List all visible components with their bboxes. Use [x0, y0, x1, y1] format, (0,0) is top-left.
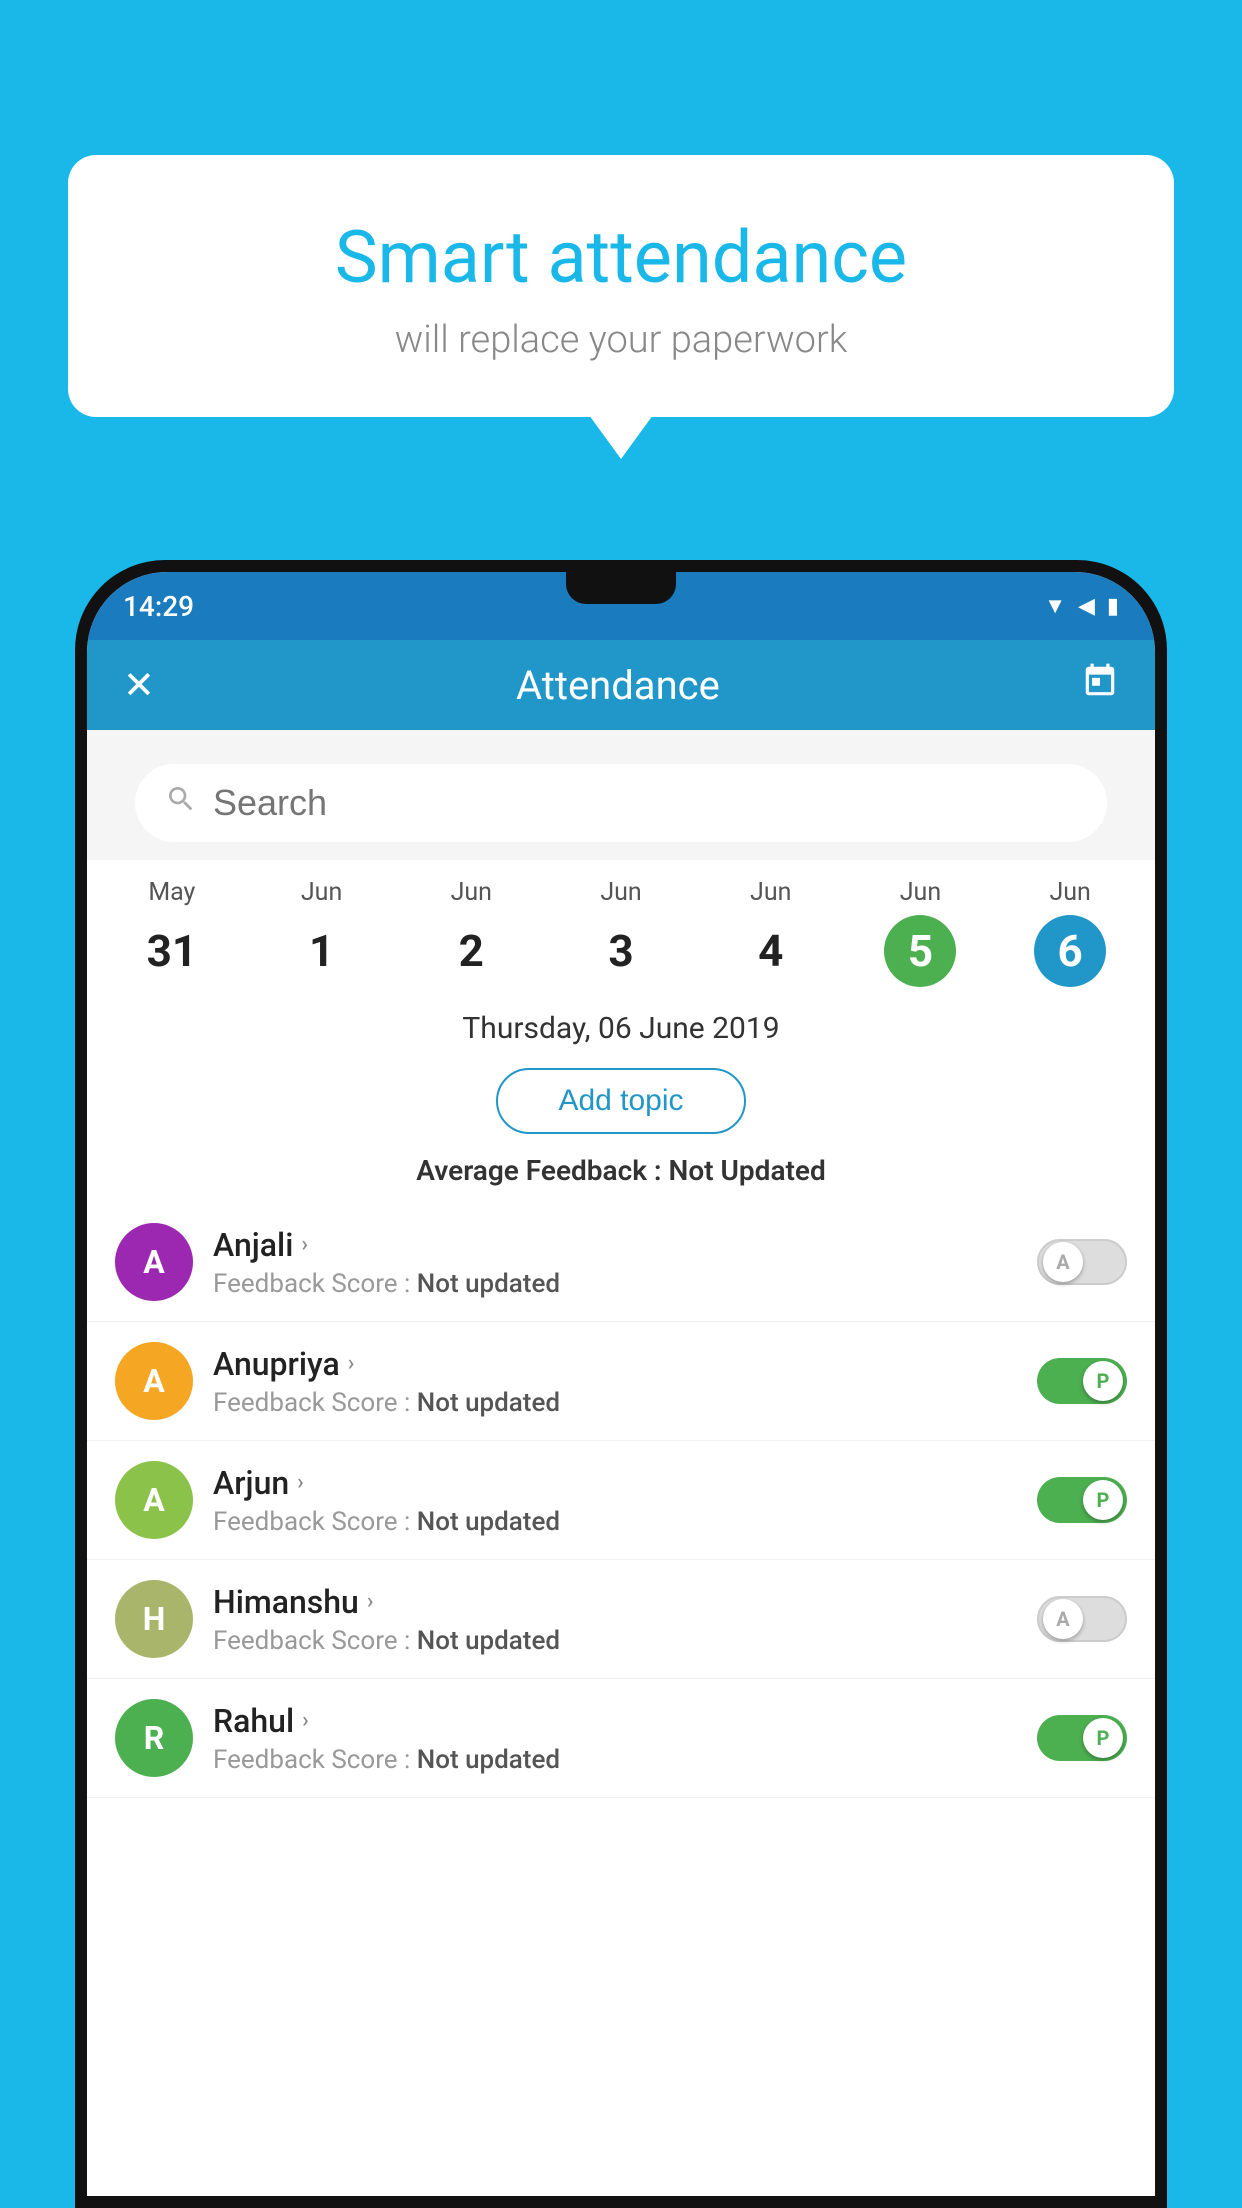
chevron-icon: › — [301, 1232, 308, 1257]
search-bar — [135, 764, 1107, 842]
header-title: Attendance — [516, 662, 720, 709]
student-name-1: Anupriya › — [213, 1345, 1017, 1383]
feedback-score-3: Feedback Score : Not updated — [213, 1626, 1017, 1656]
student-info-4: Rahul › Feedback Score : Not updated — [213, 1702, 1017, 1775]
status-time: 14:29 — [123, 590, 194, 623]
wifi-icon: ▼ — [1044, 593, 1066, 619]
avatar-4: R — [115, 1699, 193, 1777]
search-icon — [165, 783, 197, 823]
student-name-3: Himanshu › — [213, 1583, 1017, 1621]
notch — [566, 572, 676, 604]
student-item-1[interactable]: A Anupriya › Feedback Score : Not updated P — [87, 1322, 1155, 1441]
toggle-knob-2: P — [1083, 1480, 1123, 1520]
student-info-1: Anupriya › Feedback Score : Not updated — [213, 1345, 1017, 1418]
cal-day-5[interactable]: Jun 5 — [846, 870, 996, 995]
cal-month-label: Jun — [301, 878, 342, 907]
app-header: ✕ Attendance — [87, 640, 1155, 730]
avatar-2: A — [115, 1461, 193, 1539]
cal-month-label: Jun — [750, 878, 791, 907]
feedback-score-4: Feedback Score : Not updated — [213, 1745, 1017, 1775]
cal-date-label: 5 — [884, 915, 956, 987]
student-info-3: Himanshu › Feedback Score : Not updated — [213, 1583, 1017, 1656]
cal-day-1[interactable]: Jun 1 — [247, 870, 397, 995]
toggle-0[interactable]: A — [1037, 1239, 1127, 1285]
cal-date-label: 31 — [136, 915, 208, 987]
cal-day-3[interactable]: Jun 3 — [546, 870, 696, 995]
phone-frame: 14:29 ▼ ◀ ▮ ✕ Attendance — [75, 560, 1167, 2208]
cal-day-4[interactable]: Jun 4 — [696, 870, 846, 995]
feedback-score-2: Feedback Score : Not updated — [213, 1507, 1017, 1537]
toggle-knob-4: P — [1083, 1718, 1123, 1758]
student-name-0: Anjali › — [213, 1226, 1017, 1264]
cal-date-label: 4 — [735, 915, 807, 987]
chevron-icon: › — [367, 1589, 374, 1614]
student-info-2: Arjun › Feedback Score : Not updated — [213, 1464, 1017, 1537]
status-bar: 14:29 ▼ ◀ ▮ — [87, 572, 1155, 640]
student-name-2: Arjun › — [213, 1464, 1017, 1502]
status-icons: ▼ ◀ ▮ — [1044, 593, 1119, 619]
toggle-knob-1: P — [1083, 1361, 1123, 1401]
speech-bubble: Smart attendance will replace your paper… — [68, 155, 1174, 417]
student-item-3[interactable]: H Himanshu › Feedback Score : Not updated A — [87, 1560, 1155, 1679]
student-info-0: Anjali › Feedback Score : Not updated — [213, 1226, 1017, 1299]
student-list: AAnjali ›Feedback Score : Not updatedAAA… — [87, 1203, 1155, 1798]
student-item-0[interactable]: A Anjali › Feedback Score : Not updated A — [87, 1203, 1155, 1322]
toggle-1[interactable]: P — [1037, 1358, 1127, 1404]
add-topic-button[interactable]: Add topic — [496, 1068, 745, 1134]
close-button[interactable]: ✕ — [123, 663, 155, 708]
bubble-title: Smart attendance — [128, 215, 1114, 300]
battery-icon: ▮ — [1107, 594, 1119, 619]
toggle-knob-3: A — [1043, 1599, 1083, 1639]
screen-content: 14:29 ▼ ◀ ▮ ✕ Attendance — [87, 572, 1155, 2196]
cal-month-label: May — [148, 878, 195, 907]
cal-day-0[interactable]: May 31 — [97, 870, 247, 995]
toggle-4[interactable]: P — [1037, 1715, 1127, 1761]
phone-inner: 14:29 ▼ ◀ ▮ ✕ Attendance — [87, 572, 1155, 2196]
cal-month-label: Jun — [600, 878, 641, 907]
toggle-3[interactable]: A — [1037, 1596, 1127, 1642]
speech-bubble-container: Smart attendance will replace your paper… — [68, 155, 1174, 417]
cal-month-label: Jun — [1049, 878, 1090, 907]
cal-date-label: 6 — [1034, 915, 1106, 987]
student-item-2[interactable]: A Arjun › Feedback Score : Not updated P — [87, 1441, 1155, 1560]
avatar-0: A — [115, 1223, 193, 1301]
selected-date-label: Thursday, 06 June 2019 — [87, 995, 1155, 1056]
avatar-1: A — [115, 1342, 193, 1420]
chevron-icon: › — [302, 1708, 309, 1733]
avg-feedback-label: Average Feedback : — [416, 1154, 661, 1187]
cal-month-label: Jun — [900, 878, 941, 907]
chevron-icon: › — [348, 1351, 355, 1376]
avg-feedback-value: Not Updated — [669, 1154, 826, 1187]
toggle-knob-0: A — [1043, 1242, 1083, 1282]
student-name-4: Rahul › — [213, 1702, 1017, 1740]
cal-date-label: 2 — [435, 915, 507, 987]
calendar-icon[interactable] — [1081, 662, 1119, 709]
avg-feedback: Average Feedback : Not Updated — [87, 1146, 1155, 1203]
feedback-score-1: Feedback Score : Not updated — [213, 1388, 1017, 1418]
search-input[interactable] — [213, 782, 1077, 824]
bubble-subtitle: will replace your paperwork — [128, 318, 1114, 362]
signal-icon: ◀ — [1078, 594, 1095, 619]
student-item-4[interactable]: R Rahul › Feedback Score : Not updated P — [87, 1679, 1155, 1798]
cal-date-label: 3 — [585, 915, 657, 987]
cal-date-label: 1 — [286, 915, 358, 987]
cal-day-2[interactable]: Jun 2 — [396, 870, 546, 995]
avatar-3: H — [115, 1580, 193, 1658]
chevron-icon: › — [297, 1470, 304, 1495]
cal-month-label: Jun — [451, 878, 492, 907]
feedback-score-0: Feedback Score : Not updated — [213, 1269, 1017, 1299]
toggle-2[interactable]: P — [1037, 1477, 1127, 1523]
calendar-dates: May 31 Jun 1 Jun 2 Jun 3 Jun 4 Jun 5 Jun 6 — [87, 860, 1155, 995]
cal-day-6[interactable]: Jun 6 — [995, 870, 1145, 995]
